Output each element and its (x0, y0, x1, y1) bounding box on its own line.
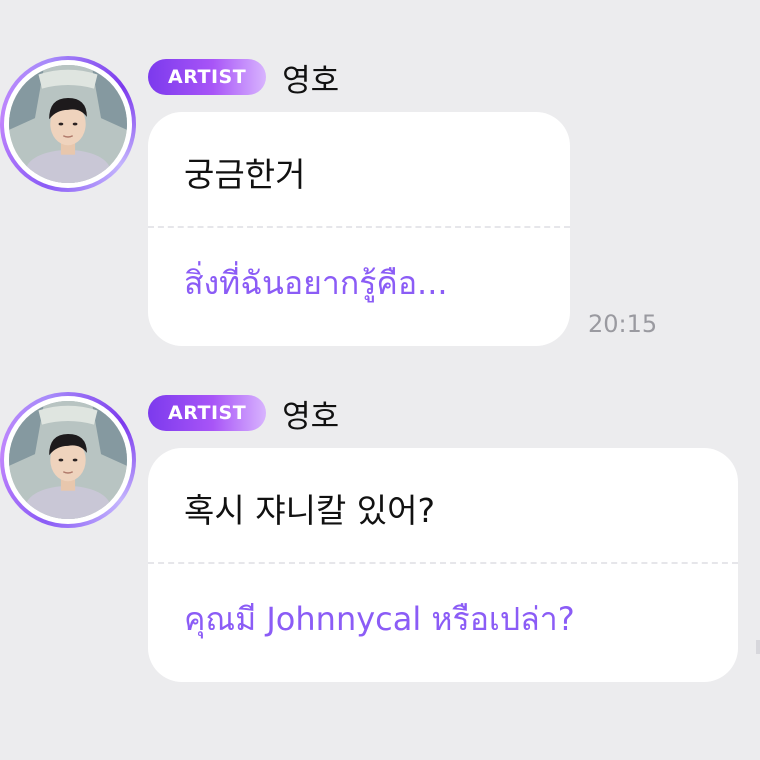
message-bubble[interactable]: 혹시 쟈니칼 있어? คุณมี Johnnycal หรือเปล่า? (148, 448, 738, 682)
message-bubble[interactable]: 궁금한거 สิ่งที่ฉันอยากรู้คือ... (148, 112, 570, 346)
sender-name[interactable]: 영호 (282, 55, 339, 100)
message-translation-text: สิ่งที่ฉันอยากรู้คือ... (184, 264, 448, 302)
chat-window: ARTIST 영호 궁금한거 สิ่งที่ฉันอยากรู้คือ... 2… (0, 0, 760, 760)
message-header: ARTIST 영호 (148, 58, 339, 99)
message-translation-text: คุณมี Johnnycal หรือเปล่า? (184, 600, 575, 638)
message-timestamp: 20:15 (588, 310, 658, 338)
scroll-edge-marker (756, 640, 760, 654)
artist-badge: ARTIST (148, 395, 267, 431)
avatar[interactable] (0, 392, 136, 528)
avatar-photo (9, 65, 127, 183)
person-portrait-icon (9, 65, 127, 183)
message-original-text: 혹시 쟈니칼 있어? (184, 491, 436, 530)
translation-divider (148, 562, 738, 564)
person-portrait-icon (9, 401, 127, 519)
translation-divider (148, 226, 570, 228)
avatar[interactable] (0, 56, 136, 192)
message-original-text: 궁금한거 (184, 155, 306, 194)
sender-name[interactable]: 영호 (282, 391, 339, 436)
message-header: ARTIST 영호 (148, 394, 339, 435)
artist-badge: ARTIST (148, 59, 267, 95)
avatar-photo (9, 401, 127, 519)
